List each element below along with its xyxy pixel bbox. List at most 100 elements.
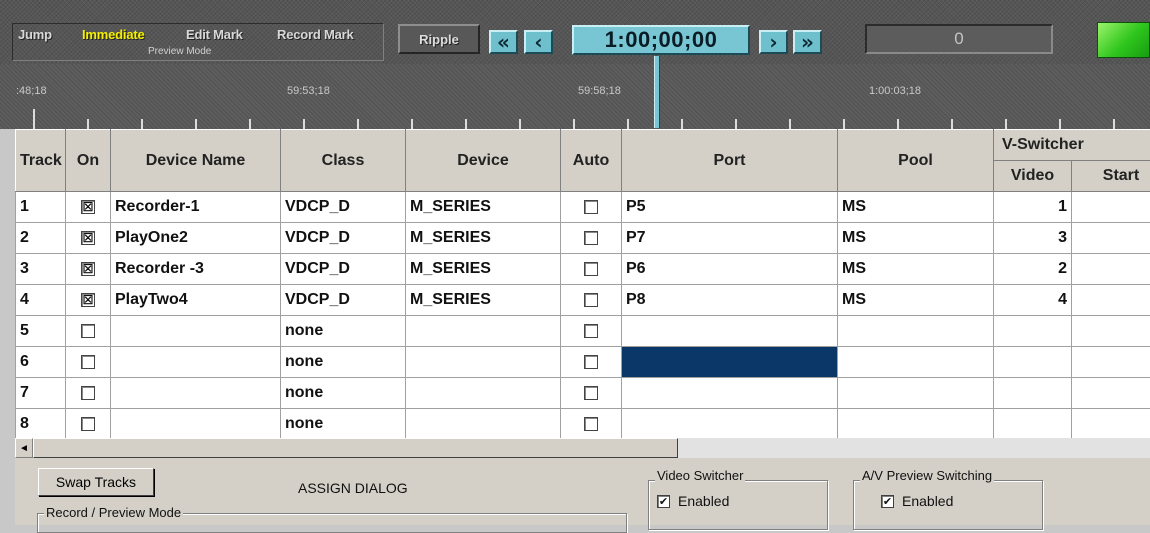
timeline-ruler[interactable]: :48;18 59:53;18 59:58;18 1:00:03;18 [0,64,1150,129]
cell-class[interactable]: none [281,409,406,439]
cell-track[interactable]: 1 [16,192,66,223]
cell-device[interactable]: M_SERIES [406,285,561,316]
cell-port[interactable]: P8 [622,285,838,316]
header-device-name[interactable]: Device Name [111,130,281,192]
cell-track[interactable]: 5 [16,316,66,347]
cell-class[interactable]: none [281,316,406,347]
checkbox-icon[interactable] [584,293,598,307]
scroll-thumb[interactable] [33,438,678,458]
checkbox-icon[interactable] [584,417,598,431]
playhead[interactable] [654,56,660,128]
timecode-display[interactable]: 1:00;00;00 [572,25,750,55]
checkbox-icon[interactable]: ☒ [81,262,95,276]
mode-record-mark-button[interactable]: Record Mark [277,27,354,42]
cell-video[interactable]: 4 [994,285,1072,316]
cell-start[interactable] [1072,285,1150,316]
cell-start[interactable] [1072,223,1150,254]
cell-device[interactable]: M_SERIES [406,223,561,254]
cell-start[interactable] [1072,347,1150,378]
cell-start[interactable] [1072,316,1150,347]
cell-start[interactable] [1072,378,1150,409]
cell-port[interactable]: P7 [622,223,838,254]
mode-immediate-button[interactable]: Immediate [82,27,145,42]
cell-pool[interactable] [838,347,994,378]
forward-icon[interactable]: › [759,30,788,54]
cell-track[interactable]: 7 [16,378,66,409]
cell-track[interactable]: 3 [16,254,66,285]
cell-device[interactable]: M_SERIES [406,254,561,285]
cell-device[interactable] [406,347,561,378]
horizontal-scrollbar[interactable]: ◄ [15,438,1150,458]
cell-device-name[interactable]: Recorder -3 [111,254,281,285]
cell-class[interactable]: VDCP_D [281,285,406,316]
cell-start[interactable] [1072,409,1150,439]
cell-device-name[interactable] [111,409,281,439]
cell-pool[interactable]: MS [838,254,994,285]
cell-device-name[interactable]: Recorder-1 [111,192,281,223]
cell-start[interactable] [1072,254,1150,285]
checkbox-icon[interactable] [584,386,598,400]
cell-auto-checkbox[interactable] [561,409,622,439]
cell-device-name[interactable] [111,347,281,378]
table-row[interactable]: 1☒Recorder-1VDCP_DM_SERIESP5MS1 [16,192,1150,223]
scroll-left-icon[interactable]: ◄ [15,438,33,458]
cell-auto-checkbox[interactable] [561,254,622,285]
table-row[interactable]: 5 none [16,316,1150,347]
cell-track[interactable]: 2 [16,223,66,254]
header-video[interactable]: Video [994,161,1072,192]
cell-device[interactable] [406,316,561,347]
rewind-fast-icon[interactable]: « [489,30,518,54]
cell-pool[interactable] [838,378,994,409]
cell-pool[interactable]: MS [838,223,994,254]
table-row[interactable]: 8 none [16,409,1150,439]
cell-pool[interactable]: MS [838,285,994,316]
cell-auto-checkbox[interactable] [561,192,622,223]
table-row[interactable]: 4☒PlayTwo4VDCP_DM_SERIESP8MS4 [16,285,1150,316]
swap-tracks-button[interactable]: Swap Tracks [38,468,154,496]
cell-device-name[interactable]: PlayTwo4 [111,285,281,316]
cell-class[interactable]: none [281,378,406,409]
cell-on-checkbox[interactable]: ☒ [66,192,111,223]
cell-port[interactable] [622,347,838,378]
cell-on-checkbox[interactable] [66,347,111,378]
header-pool[interactable]: Pool [838,130,994,192]
checkbox-icon[interactable]: ☒ [81,200,95,214]
table-row[interactable]: 6 none [16,347,1150,378]
cell-start[interactable] [1072,192,1150,223]
cell-port[interactable]: P6 [622,254,838,285]
cell-class[interactable]: none [281,347,406,378]
cell-track[interactable]: 8 [16,409,66,439]
checkbox-icon[interactable]: ☒ [81,231,95,245]
header-device[interactable]: Device [406,130,561,192]
cell-device-name[interactable] [111,378,281,409]
cell-device[interactable]: M_SERIES [406,192,561,223]
cell-track[interactable]: 6 [16,347,66,378]
cell-video[interactable]: 1 [994,192,1072,223]
cell-auto-checkbox[interactable] [561,316,622,347]
video-switcher-enabled-checkbox[interactable]: ✔ Enabled [657,493,729,509]
table-row[interactable]: 2☒PlayOne2VDCP_DM_SERIESP7MS3 [16,223,1150,254]
checkbox-icon[interactable] [584,231,598,245]
checkbox-icon[interactable] [584,262,598,276]
cell-video[interactable] [994,409,1072,439]
header-track[interactable]: Track [16,130,66,192]
cell-on-checkbox[interactable]: ☒ [66,285,111,316]
checkbox-icon[interactable] [81,417,95,431]
cell-class[interactable]: VDCP_D [281,223,406,254]
cell-on-checkbox[interactable] [66,409,111,439]
header-port[interactable]: Port [622,130,838,192]
cell-pool[interactable]: MS [838,192,994,223]
cell-port[interactable] [622,378,838,409]
mode-edit-mark-button[interactable]: Edit Mark [186,27,243,42]
cell-device[interactable] [406,409,561,439]
checkbox-icon[interactable] [584,324,598,338]
cell-track[interactable]: 4 [16,285,66,316]
cell-class[interactable]: VDCP_D [281,254,406,285]
cell-auto-checkbox[interactable] [561,285,622,316]
cell-auto-checkbox[interactable] [561,223,622,254]
checkbox-icon[interactable] [81,355,95,369]
cell-pool[interactable] [838,316,994,347]
cell-on-checkbox[interactable]: ☒ [66,254,111,285]
header-on[interactable]: On [66,130,111,192]
header-start[interactable]: Start [1072,161,1150,192]
